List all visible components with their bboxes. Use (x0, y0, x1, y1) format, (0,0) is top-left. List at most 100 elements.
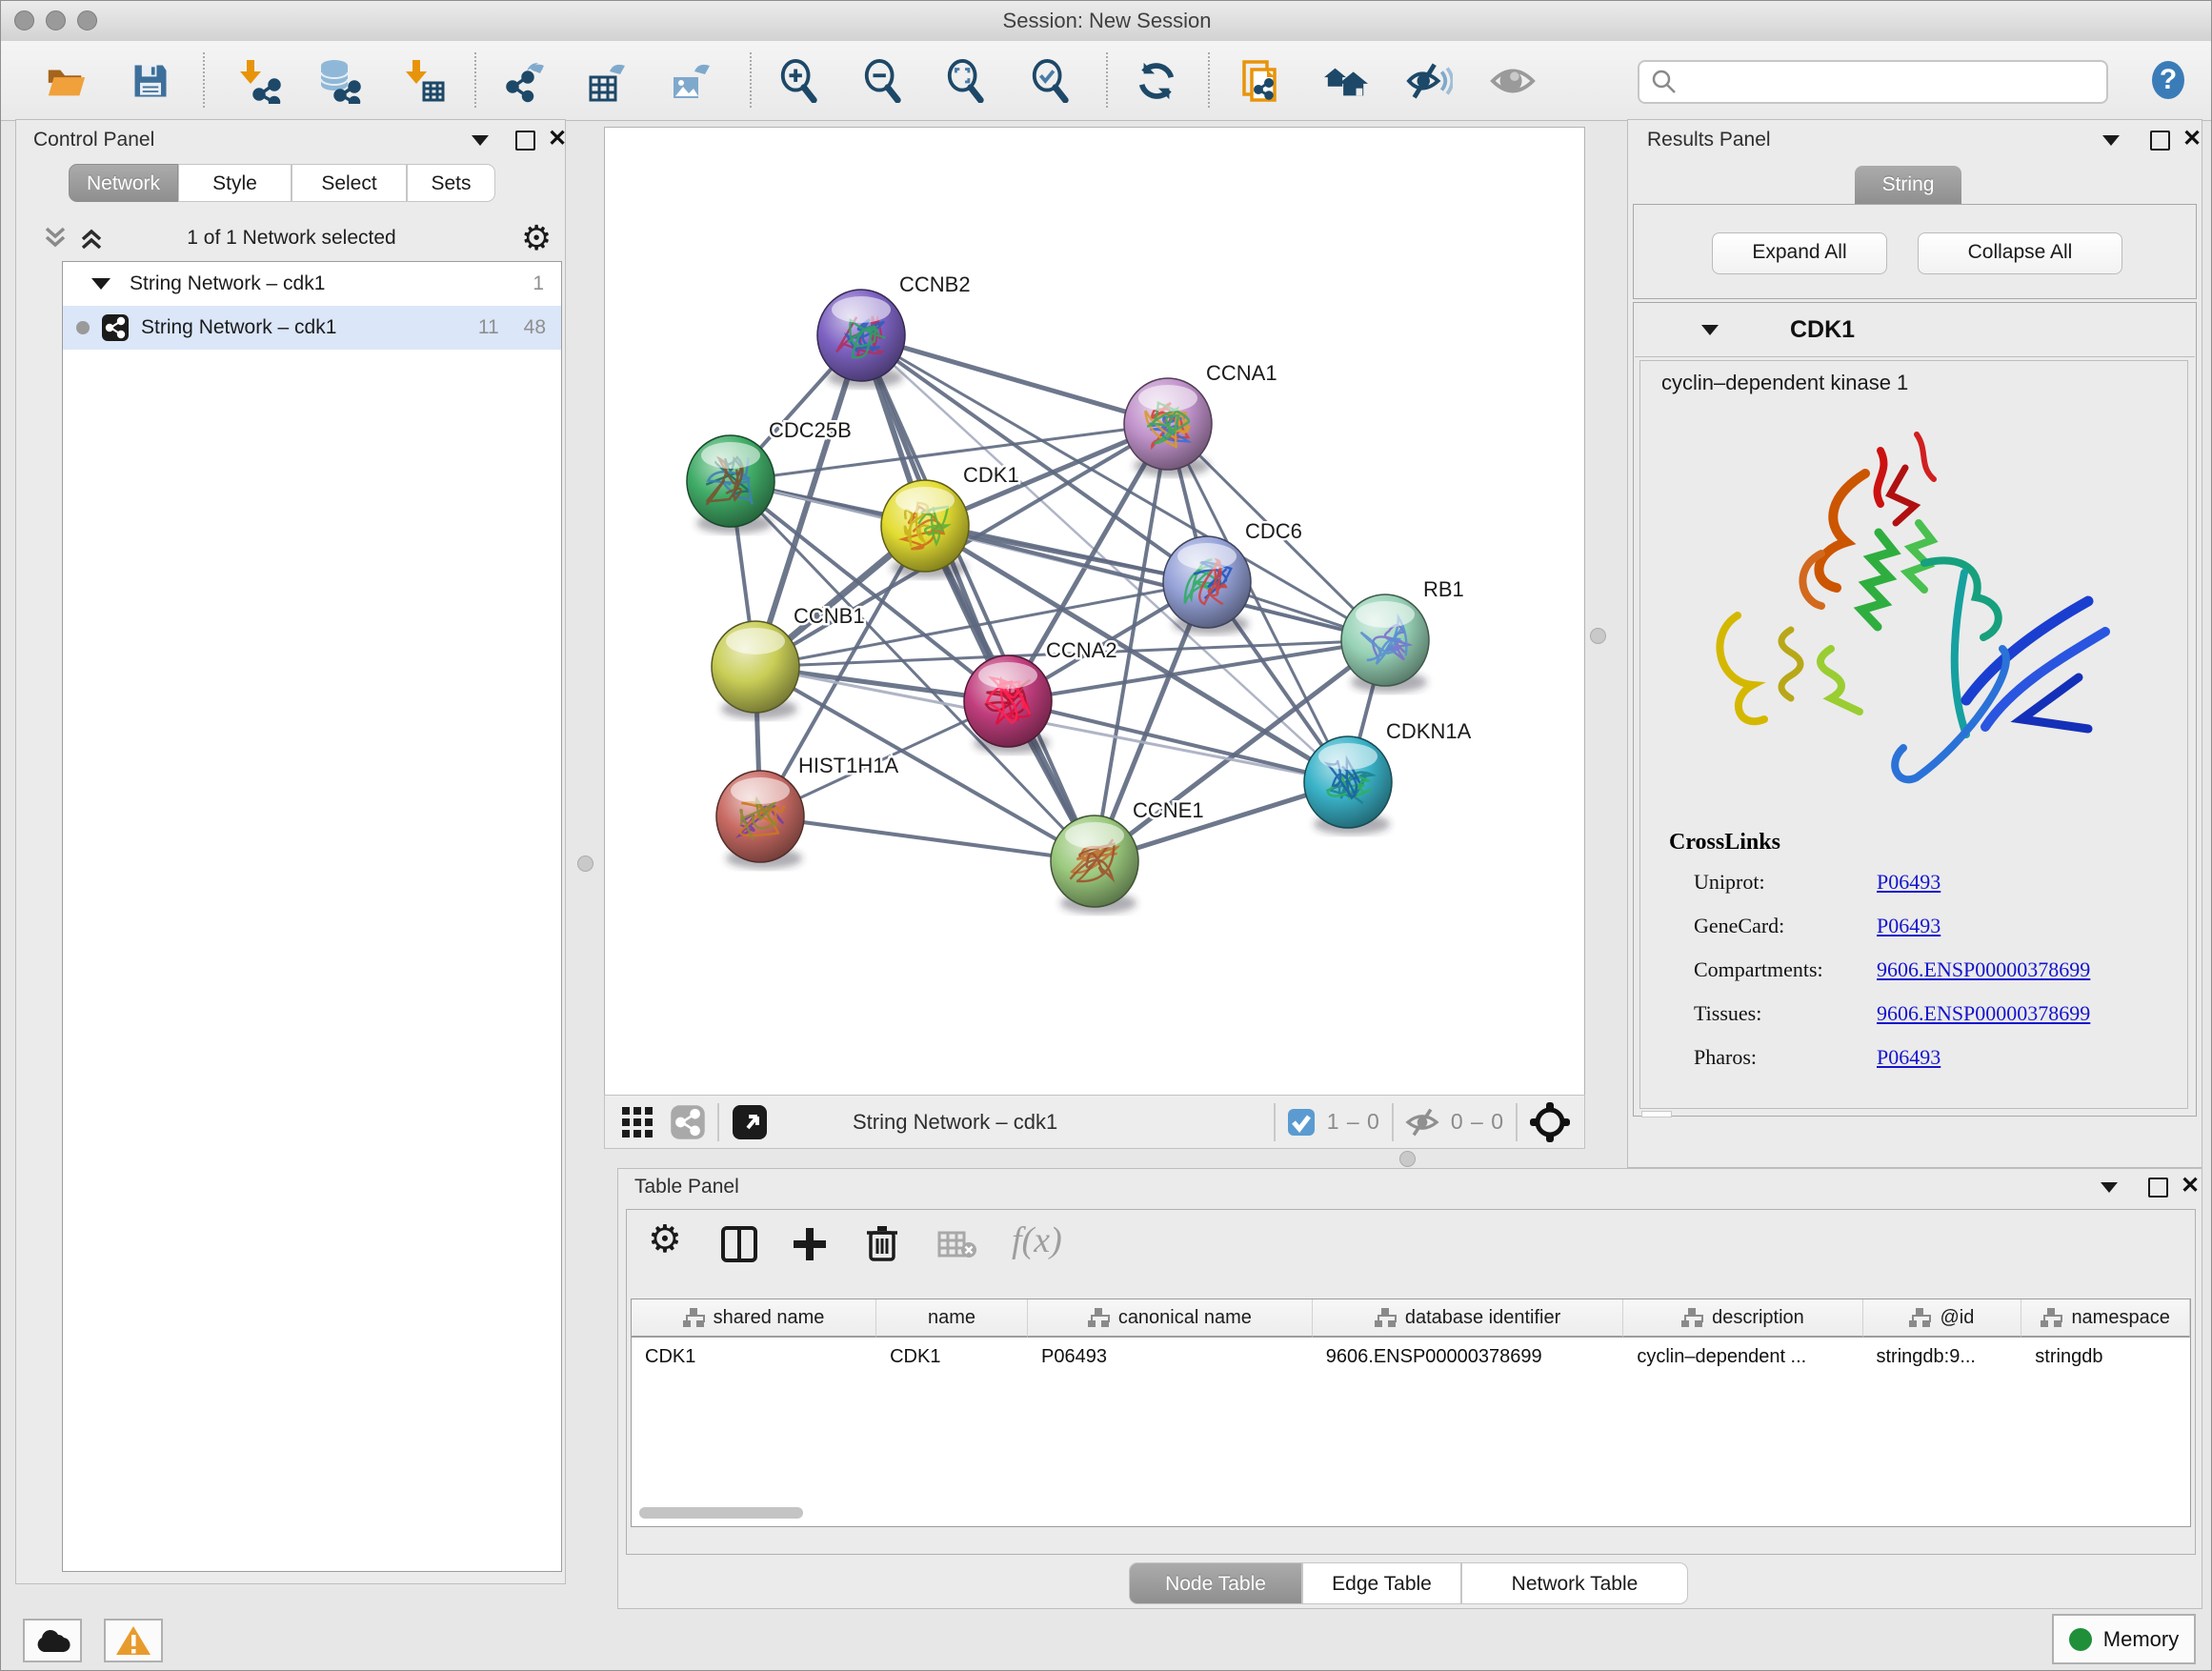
hide-view-button[interactable] (1405, 57, 1453, 105)
edge-HIST1H1A-CCNE1[interactable] (760, 816, 1095, 861)
network-collection-row[interactable]: String Network – cdk1 1 (63, 262, 561, 306)
close-panel-icon[interactable]: ✕ (548, 131, 567, 147)
tab-select[interactable]: Select (292, 164, 407, 202)
node-label-CCNA2: CCNA2 (1046, 638, 1117, 662)
tab-style[interactable]: Style (178, 164, 292, 202)
edge-CCNA2-CDKN1A[interactable] (1008, 701, 1348, 782)
table-horizontal-scrollbar[interactable] (639, 1507, 803, 1519)
search-box[interactable] (1638, 60, 2108, 104)
export-network-button[interactable] (501, 57, 549, 105)
horizontal-splitter-handle[interactable] (1399, 1151, 1416, 1167)
tab-network-table[interactable]: Network Table (1461, 1562, 1688, 1604)
column-header-databaseidentifier[interactable]: database identifier (1313, 1299, 1624, 1338)
search-input[interactable] (1683, 70, 2106, 94)
delete-column-icon[interactable] (863, 1223, 901, 1263)
zoom-in-button[interactable] (775, 57, 823, 105)
edge-CCNB2-CCNE1[interactable] (861, 335, 1095, 861)
selected-checkbox-icon[interactable] (1287, 1108, 1316, 1137)
export-table-button[interactable] (584, 57, 632, 105)
node-CCNB2[interactable]: CCNB2 (817, 272, 971, 388)
save-session-button[interactable] (127, 57, 174, 105)
crosslink-row: Pharos: P06493 (1694, 1045, 1757, 1070)
close-panel-icon[interactable]: ✕ (2182, 131, 2202, 147)
crosslink-link[interactable]: P06493 (1877, 870, 1941, 895)
crosslink-link[interactable]: P06493 (1877, 1045, 1941, 1070)
cloud-status-button[interactable] (23, 1619, 82, 1662)
detach-view-icon[interactable] (731, 1103, 769, 1141)
column-header-description[interactable]: description (1623, 1299, 1862, 1338)
application-window: Session: New Session (0, 0, 2212, 1671)
crosslink-link[interactable]: 9606.ENSP00000378699 (1877, 1001, 2090, 1026)
crosslink-link[interactable]: P06493 (1877, 914, 1941, 938)
crosshair-icon[interactable] (1529, 1101, 1571, 1143)
float-panel-icon[interactable] (2148, 1178, 2168, 1198)
column-header-canonicalname[interactable]: canonical name (1028, 1299, 1313, 1338)
export-image-button[interactable] (667, 57, 714, 105)
zoom-in-icon (777, 59, 821, 103)
zoom-fit-button[interactable] (942, 57, 990, 105)
clone-network-button[interactable] (1237, 57, 1285, 105)
zoom-out-button[interactable] (859, 57, 907, 105)
node-label-RB1: RB1 (1423, 577, 1464, 601)
node-RB1[interactable]: RB1 (1341, 577, 1464, 693)
network-graph[interactable]: CCNB2 CCNA1 CDC25B CDK1 CDC6 RB1 CCNB1 CCNA2 CDK… (605, 128, 1584, 1095)
close-panel-icon[interactable]: ✕ (2181, 1178, 2200, 1194)
import-network-button[interactable] (234, 57, 282, 105)
collection-expand-icon[interactable] (91, 278, 111, 290)
horizontal-scrollbar-thumb[interactable] (1641, 1111, 1672, 1117)
network-row-selected[interactable]: String Network – cdk1 11 48 (63, 306, 561, 350)
birds-eye-view-button[interactable] (1489, 57, 1537, 105)
node-CCNB1[interactable]: CCNB1 (712, 604, 865, 719)
column-header-sharedname[interactable]: shared name (632, 1299, 876, 1338)
column-header-id[interactable]: @id (1863, 1299, 2022, 1338)
expand-all-button[interactable]: Expand All (1712, 232, 1887, 274)
network-options-gear-icon[interactable]: ⚙ (521, 218, 552, 258)
node-table[interactable]: shared namenamecanonical namedatabase id… (631, 1299, 2191, 1527)
show-all-views-button[interactable] (1322, 57, 1370, 105)
node-CDC6[interactable]: CDC6 (1163, 519, 1302, 634)
memory-button[interactable]: Memory (2052, 1614, 2196, 1664)
control-panel: Control Panel ✕ Network Style Select Set… (15, 119, 566, 1584)
grid-view-icon[interactable] (620, 1105, 654, 1139)
table-row[interactable]: CDK1CDK1P064939606.ENSP00000378699cyclin… (632, 1338, 2190, 1376)
zoom-fit-icon (944, 59, 988, 103)
import-network-from-database-button[interactable] (314, 57, 362, 105)
network-share-gray-icon[interactable] (670, 1104, 706, 1140)
tab-sets[interactable]: Sets (407, 164, 495, 202)
column-header-namespace[interactable]: namespace (2021, 1299, 2190, 1338)
node-HIST1H1A[interactable]: HIST1H1A (716, 754, 898, 869)
tab-string[interactable]: String (1855, 166, 1961, 204)
main-toolbar: ? (1, 41, 2212, 121)
edge-CCNB2-CCNA1[interactable] (861, 335, 1168, 424)
network-canvas[interactable]: CCNB2 CCNA1 CDC25B CDK1 CDC6 RB1 CCNB1 CCNA2 CDK… (604, 127, 1585, 1096)
node-CDK1[interactable]: CDK1 (881, 463, 1019, 578)
panel-menu-icon[interactable] (2102, 135, 2120, 146)
tab-network[interactable]: Network (69, 164, 178, 202)
zoom-selected-button[interactable] (1027, 57, 1075, 105)
float-panel-icon[interactable] (515, 131, 535, 151)
add-column-icon[interactable] (791, 1225, 829, 1263)
apply-layout-button[interactable] (1133, 57, 1180, 105)
column-header-name[interactable]: name (876, 1299, 1028, 1338)
show-columns-icon[interactable] (720, 1225, 758, 1263)
right-splitter-handle[interactable] (1590, 628, 1606, 644)
table-options-gear-icon[interactable]: ⚙ (648, 1218, 682, 1261)
collapse-all-button[interactable]: Collapse All (1918, 232, 2122, 274)
tab-edge-table[interactable]: Edge Table (1302, 1562, 1461, 1604)
float-panel-icon[interactable] (2150, 131, 2170, 151)
node-CCNA1[interactable]: CCNA1 (1124, 361, 1277, 476)
node-CDC25B[interactable]: CDC25B (687, 418, 852, 534)
warnings-button[interactable] (104, 1619, 163, 1662)
protein-section-header[interactable]: CDK1 (1635, 303, 2195, 357)
panel-menu-icon[interactable] (472, 135, 489, 146)
left-splitter-handle[interactable] (577, 856, 593, 872)
section-collapse-icon[interactable] (1701, 325, 1719, 335)
import-table-button[interactable] (400, 57, 448, 105)
tab-node-table[interactable]: Node Table (1129, 1562, 1302, 1604)
table-header-row: shared namenamecanonical namedatabase id… (632, 1299, 2190, 1338)
open-session-button[interactable] (42, 57, 90, 105)
crosslink-link[interactable]: 9606.ENSP00000378699 (1877, 957, 2090, 982)
node-CDKN1A[interactable]: CDKN1A (1304, 719, 1472, 835)
panel-menu-icon[interactable] (2101, 1182, 2118, 1193)
help-button[interactable]: ? (2146, 58, 2190, 102)
